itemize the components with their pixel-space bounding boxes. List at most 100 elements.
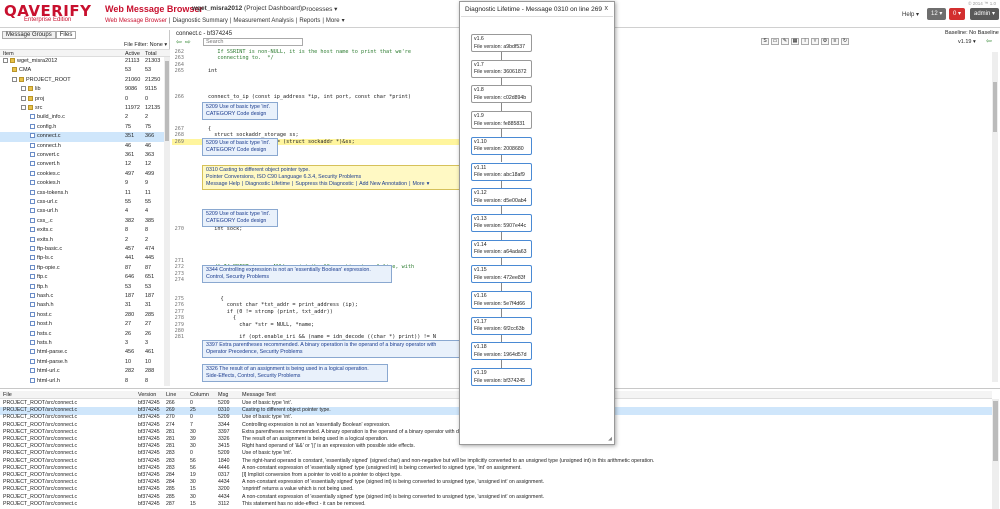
tree-scrollbar[interactable] [164, 57, 170, 386]
version-node[interactable]: v1.14 File version: a64ada63 [471, 239, 532, 258]
tree-row[interactable]: css_.c 382 385 [0, 217, 164, 226]
version-node[interactable]: v1.16 File version: 5e7f4d66 [471, 291, 532, 309]
processes-menu[interactable]: Processes ▾ [302, 5, 337, 13]
tree-row[interactable]: PROJECT_ROOT 21060 21250 [0, 76, 164, 85]
close-icon[interactable]: x [605, 5, 609, 12]
tree-row[interactable]: css-url.h 4 4 [0, 207, 164, 216]
tree-row[interactable]: html-url.h 8 8 [0, 377, 164, 386]
tree-row[interactable]: hash.c 187 187 [0, 292, 164, 301]
message-0310[interactable]: 0310 Casting to different object pointer… [202, 165, 460, 190]
tree-row[interactable]: hsts.c 26 26 [0, 330, 164, 339]
pencil-icon[interactable]: ✎ [781, 38, 789, 45]
tree-row[interactable]: hsts.h 3 3 [0, 339, 164, 348]
scroll-thumb[interactable] [993, 401, 998, 461]
tree-row[interactable]: css-tokens.h 11 11 [0, 189, 164, 198]
message-3326[interactable]: 3326 The result of an assignment is bein… [202, 364, 388, 382]
version-node[interactable]: v1.13 File version: 5907e44c [471, 213, 532, 232]
action-message-help[interactable]: Message Help [206, 181, 240, 187]
version-node[interactable]: v1.7 File version: 36061872 [471, 59, 532, 78]
tree-row[interactable]: html-parse.h 10 10 [0, 358, 164, 367]
tree-row[interactable]: cookies.c 497 499 [0, 170, 164, 179]
source-search-input[interactable] [203, 38, 303, 46]
settings-icon[interactable]: ⚙ [821, 38, 829, 45]
tree-row[interactable]: config.h 75 75 [0, 123, 164, 132]
tree-row[interactable]: exits.h 2 2 [0, 236, 164, 245]
tree-row[interactable]: host.c 280 285 [0, 311, 164, 320]
version-node[interactable]: v1.8 File version: c02d894b [471, 85, 532, 104]
tree-row[interactable]: src 11972 12135 [0, 104, 164, 113]
version-select[interactable]: v1.19 ▾ [958, 39, 976, 45]
col-header-msg[interactable]: Msg [218, 392, 228, 398]
expand-toggle-icon[interactable] [21, 86, 26, 92]
forward-arrow-icon[interactable]: ⇨ [185, 38, 191, 46]
tree-row[interactable]: convert.h 12 12 [0, 160, 164, 169]
tree-row[interactable]: ftp.c 646 651 [0, 273, 164, 282]
tree-row[interactable]: html-parse.c 456 461 [0, 348, 164, 357]
nav-link-more[interactable]: More [326, 18, 340, 24]
nav-link-reports[interactable]: Reports [299, 18, 320, 24]
grid-icon[interactable]: ▦ [791, 38, 799, 45]
col-header-message-text[interactable]: Message Text [242, 392, 276, 398]
tree-row[interactable]: host.h 27 27 [0, 320, 164, 329]
action-diagnostic-lifetime[interactable]: Diagnostic Lifetime [245, 181, 290, 187]
tree-row[interactable]: connect.c 351 366 [0, 132, 164, 142]
filter-icon[interactable]: ▿ [811, 38, 819, 45]
tree-row[interactable]: CMA 53 53 [0, 66, 164, 75]
expand-toggle-icon[interactable] [12, 76, 17, 82]
nav-link-web-message-browser[interactable]: Web Message Browser [105, 18, 167, 24]
tree-row[interactable]: build_info.c 2 2 [0, 113, 164, 122]
tree-row[interactable]: ftp-opie.c 87 87 [0, 264, 164, 273]
help-menu[interactable]: Help ▾ [902, 11, 919, 18]
project-title[interactable]: wget_misra2012 (Project Dashboard) [192, 5, 302, 12]
col-header-file[interactable]: File [3, 392, 12, 398]
message-3344[interactable]: 3344 Controlling expression is not an 'e… [202, 265, 392, 283]
tree-row[interactable]: ftp-basic.c 457 474 [0, 245, 164, 254]
tree-row[interactable]: html-url.c 282 288 [0, 367, 164, 376]
action-more[interactable]: More [412, 181, 424, 187]
tree-row[interactable]: proj 0 0 [0, 95, 164, 104]
refresh-icon[interactable]: ↻ [841, 38, 849, 45]
tree-row[interactable]: connect.h 46 46 [0, 142, 164, 151]
message-5209-b[interactable]: 5209 Use of basic type 'int'. CATEGORY Co… [202, 138, 278, 156]
col-header-line[interactable]: Line [166, 392, 176, 398]
tree-row[interactable]: wget_misra2012 21113 21303 [0, 57, 164, 66]
version-node[interactable]: v1.6 File version: a9bdf537 [471, 34, 532, 52]
message-3397[interactable]: 3397 Extra parentheses recommended. A bi… [202, 340, 460, 358]
copy-icon[interactable]: ▭ [771, 38, 779, 45]
version-node[interactable]: v1.17 File version: 6f2cc63b [471, 316, 532, 335]
tree-row[interactable]: lib 9086 9115 [0, 85, 164, 94]
tree-row[interactable]: css-url.c 55 55 [0, 198, 164, 207]
tree-row[interactable]: ftp-ls.c 441 445 [0, 254, 164, 263]
col-header-column[interactable]: Column [190, 392, 209, 398]
tab-files[interactable]: Files [55, 31, 77, 39]
version-node[interactable]: v1.10 File version: 2008680 [471, 136, 532, 155]
back-arrow-icon[interactable]: ⇦ [176, 38, 182, 46]
tree-row[interactable]: hash.h 31 31 [0, 301, 164, 310]
message-5209-a[interactable]: 5209 Use of basic type 'int'. CATEGORY Co… [202, 102, 278, 120]
nav-link-measurement-analysis[interactable]: Measurement Analysis [233, 18, 293, 24]
user-menu[interactable]: admin ▾ [970, 8, 1000, 20]
col-header-version[interactable]: Version [138, 392, 156, 398]
version-node[interactable]: v1.19 File version: bf374245 [471, 368, 532, 387]
right-scrollbar[interactable] [992, 52, 998, 382]
scroll-thumb[interactable] [165, 61, 169, 141]
version-node[interactable]: v1.9 File version: fe885831 [471, 111, 532, 130]
notifications-badge[interactable]: 12 ▾ [927, 8, 947, 20]
expand-toggle-icon[interactable] [3, 58, 8, 63]
tree-row[interactable]: exits.c 8 8 [0, 226, 164, 235]
tree-row[interactable]: convert.c 361 363 [0, 151, 164, 160]
version-node[interactable]: v1.15 File version: 472ee83f [471, 265, 532, 284]
expand-toggle-icon[interactable] [21, 105, 26, 110]
info-icon[interactable]: i [801, 38, 809, 45]
expand-toggle-icon[interactable] [21, 95, 26, 101]
back-arrow-icon[interactable]: ⇦ [986, 38, 992, 45]
tree-row[interactable]: cookies.h 9 9 [0, 179, 164, 188]
version-node[interactable]: v1.11 File version: abc18af9 [471, 162, 532, 181]
action-suppress-this-diagnostic[interactable]: Suppress this Diagnostic [295, 181, 353, 187]
qaverify-logo[interactable]: QAVERIFY Enterprise Edition [4, 2, 100, 26]
nav-link-diagnostic-summary[interactable]: Diagnostic Summary [172, 18, 227, 24]
alerts-badge[interactable]: 0 ▾ [949, 8, 966, 20]
version-node[interactable]: v1.12 File version: d5e00ab4 [471, 188, 532, 207]
s-icon[interactable]: S [761, 38, 769, 45]
file-filter[interactable]: File Filter: None ▾ [124, 42, 167, 48]
